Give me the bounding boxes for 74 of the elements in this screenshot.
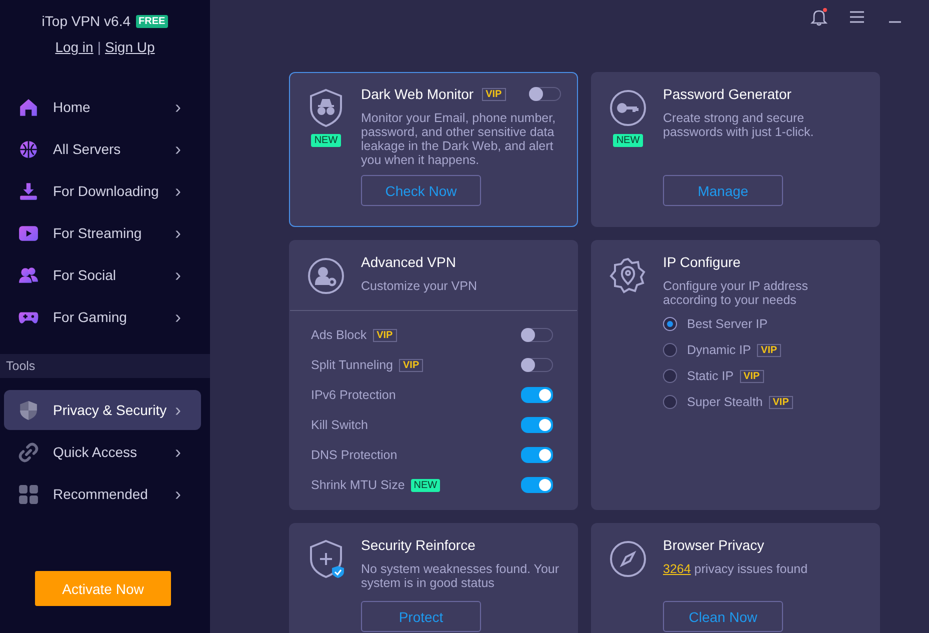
toggle-switch[interactable] <box>521 477 553 493</box>
nav-item[interactable]: For Gaming › <box>4 296 201 338</box>
globe-icon <box>18 138 39 160</box>
option-label: Best Server IP <box>687 317 768 331</box>
card-title: Browser Privacy <box>663 537 764 553</box>
bell-icon[interactable] <box>809 7 829 27</box>
nav-item[interactable]: For Streaming › <box>4 212 201 254</box>
setting-label: Split Tunneling <box>311 358 394 372</box>
download-icon <box>18 180 39 202</box>
option-label: Static IP <box>687 369 734 383</box>
radio-button[interactable] <box>663 317 677 331</box>
radio-button[interactable] <box>663 395 677 409</box>
card-title: Security Reinforce <box>361 537 476 553</box>
setting-label: IPv6 Protection <box>311 388 396 402</box>
vip-badge: VIP <box>768 396 793 408</box>
card-description: Create strong and secure passwords with just 1-click. <box>663 111 815 139</box>
new-badge: NEW <box>613 134 643 147</box>
card-title: Dark Web Monitor <box>361 86 474 102</box>
nav-item[interactable]: Home › <box>4 86 201 128</box>
vip-badge: VIP <box>740 370 764 382</box>
vip-badge: VIP <box>399 358 424 372</box>
toggle-switch[interactable] <box>521 358 553 372</box>
count-link[interactable]: 3264 <box>663 562 691 576</box>
app-title: iTop VPN v6.4 <box>42 13 131 29</box>
option-label: Super Stealth <box>687 395 763 409</box>
new-badge: NEW <box>410 478 440 492</box>
action-button[interactable]: Protect <box>361 601 481 632</box>
nav-item[interactable]: All Servers › <box>4 128 201 170</box>
home-icon <box>18 96 39 118</box>
login-link[interactable]: Log in <box>55 39 94 55</box>
card-title: Advanced VPN <box>361 254 456 270</box>
action-button[interactable]: Clean Now <box>663 601 783 632</box>
grid-icon <box>18 484 39 504</box>
card-description: Monitor your Email, phone number, password, and other sensitive data leakage in the Dark Web, and alert you when it happens. <box>361 111 557 167</box>
nav-item[interactable]: Privacy & Security › <box>4 390 201 430</box>
vip-badge: VIP <box>372 328 397 342</box>
card-description: privacy issues found <box>694 562 808 576</box>
vip-badge: VIP <box>756 344 782 356</box>
nav-item[interactable]: Quick Access › <box>4 432 201 472</box>
nav-item[interactable]: For Downloading › <box>4 170 201 212</box>
signup-link[interactable]: Sign Up <box>104 39 155 55</box>
toggle-switch[interactable] <box>529 87 561 101</box>
card-title: IP Configure <box>663 254 741 270</box>
card-description: No system weaknesses found. Your system is in good status <box>361 562 560 590</box>
action-button[interactable]: Check Now <box>361 175 481 206</box>
card-description: Customize your VPN <box>361 279 478 293</box>
shield-icon <box>18 400 39 420</box>
new-badge: NEW <box>311 134 341 147</box>
user-gear-icon <box>306 256 346 296</box>
separator: | <box>97 39 101 55</box>
link-icon <box>18 442 39 462</box>
section-label: Tools <box>0 354 210 378</box>
toggle-switch[interactable] <box>521 387 553 403</box>
vip-badge: VIP <box>482 88 506 100</box>
toggle-switch[interactable] <box>521 328 553 342</box>
nav-item[interactable]: Recommended › <box>4 474 201 514</box>
setting-label: Ads Block <box>311 328 367 342</box>
key-icon <box>608 88 648 128</box>
setting-label: Kill Switch <box>311 418 368 432</box>
radio-button[interactable] <box>663 343 677 357</box>
card-title: Password Generator <box>663 86 792 102</box>
card-description: Configure your IP address according to your needs <box>663 279 809 307</box>
setting-label: DNS Protection <box>311 448 398 462</box>
nav-item[interactable]: For Social › <box>4 254 201 296</box>
toggle-switch[interactable] <box>521 417 553 433</box>
people-icon <box>18 264 39 286</box>
plan-badge: FREE <box>136 14 168 28</box>
option-label: Dynamic IP <box>687 343 751 357</box>
radio-button[interactable] <box>663 369 677 383</box>
toggle-switch[interactable] <box>521 447 553 463</box>
setting-label: Shrink MTU Size <box>311 478 405 492</box>
gear-pin-icon <box>608 256 648 296</box>
action-button[interactable]: Manage <box>663 175 783 206</box>
compass-icon <box>608 539 648 579</box>
